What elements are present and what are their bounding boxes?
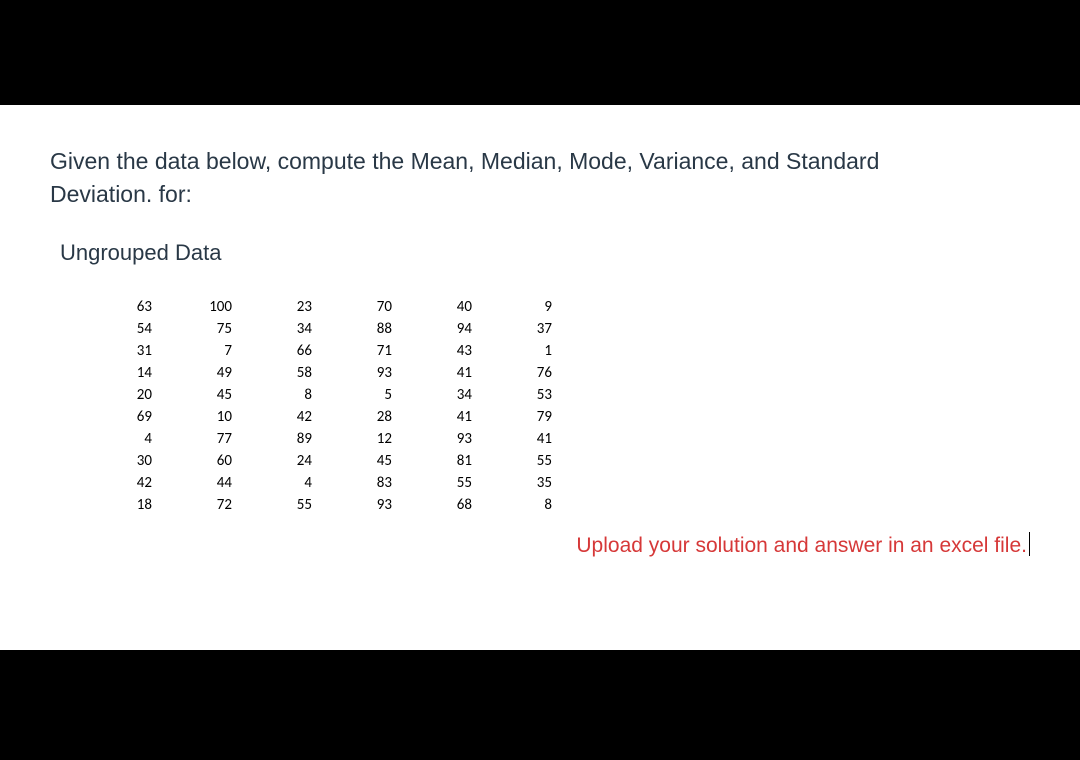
table-cell: 45 bbox=[160, 384, 240, 406]
table-cell: 5 bbox=[320, 384, 400, 406]
table-row: 31 7 66 71 43 1 bbox=[80, 340, 560, 362]
table-cell: 63 bbox=[80, 296, 160, 318]
table-row: 30 60 24 45 81 55 bbox=[80, 450, 560, 472]
table-cell: 71 bbox=[320, 340, 400, 362]
table-cell: 89 bbox=[240, 428, 320, 450]
table-cell: 37 bbox=[480, 318, 560, 340]
data-table-body: 63 100 23 70 40 9 54 75 34 88 94 37 31 7… bbox=[80, 296, 560, 516]
table-cell: 69 bbox=[80, 406, 160, 428]
table-cell: 10 bbox=[160, 406, 240, 428]
table-cell: 4 bbox=[80, 428, 160, 450]
table-cell: 93 bbox=[400, 428, 480, 450]
content-area: Given the data below, compute the Mean, … bbox=[0, 105, 1080, 650]
data-table: 63 100 23 70 40 9 54 75 34 88 94 37 31 7… bbox=[80, 296, 560, 516]
table-cell: 49 bbox=[160, 362, 240, 384]
bottom-black-bar bbox=[0, 650, 1080, 760]
table-cell: 9 bbox=[480, 296, 560, 318]
table-cell: 8 bbox=[480, 494, 560, 516]
table-row: 18 72 55 93 68 8 bbox=[80, 494, 560, 516]
table-cell: 8 bbox=[240, 384, 320, 406]
table-cell: 68 bbox=[400, 494, 480, 516]
table-cell: 53 bbox=[480, 384, 560, 406]
table-cell: 4 bbox=[240, 472, 320, 494]
table-row: 20 45 8 5 34 53 bbox=[80, 384, 560, 406]
table-cell: 77 bbox=[160, 428, 240, 450]
table-cell: 1 bbox=[480, 340, 560, 362]
table-cell: 79 bbox=[480, 406, 560, 428]
table-row: 69 10 42 28 41 79 bbox=[80, 406, 560, 428]
table-cell: 14 bbox=[80, 362, 160, 384]
table-cell: 12 bbox=[320, 428, 400, 450]
table-cell: 18 bbox=[80, 494, 160, 516]
table-cell: 76 bbox=[480, 362, 560, 384]
table-cell: 70 bbox=[320, 296, 400, 318]
table-cell: 24 bbox=[240, 450, 320, 472]
table-cell: 72 bbox=[160, 494, 240, 516]
top-black-bar bbox=[0, 0, 1080, 105]
table-cell: 100 bbox=[160, 296, 240, 318]
table-row: 42 44 4 83 55 35 bbox=[80, 472, 560, 494]
section-title: Ungrouped Data bbox=[60, 240, 1030, 266]
table-cell: 28 bbox=[320, 406, 400, 428]
table-cell: 58 bbox=[240, 362, 320, 384]
table-cell: 35 bbox=[480, 472, 560, 494]
table-cell: 7 bbox=[160, 340, 240, 362]
table-cell: 54 bbox=[80, 318, 160, 340]
table-cell: 94 bbox=[400, 318, 480, 340]
upload-note: Upload your solution and answer in an ex… bbox=[50, 534, 1030, 558]
table-cell: 83 bbox=[320, 472, 400, 494]
question-line-1: Given the data below, compute the Mean, … bbox=[50, 148, 879, 174]
table-row: 63 100 23 70 40 9 bbox=[80, 296, 560, 318]
table-cell: 45 bbox=[320, 450, 400, 472]
table-cell: 43 bbox=[400, 340, 480, 362]
table-cell: 41 bbox=[400, 362, 480, 384]
table-row: 54 75 34 88 94 37 bbox=[80, 318, 560, 340]
table-cell: 66 bbox=[240, 340, 320, 362]
table-cell: 34 bbox=[240, 318, 320, 340]
table-cell: 55 bbox=[400, 472, 480, 494]
table-cell: 93 bbox=[320, 494, 400, 516]
table-cell: 34 bbox=[400, 384, 480, 406]
table-cell: 41 bbox=[480, 428, 560, 450]
table-cell: 31 bbox=[80, 340, 160, 362]
question-text: Given the data below, compute the Mean, … bbox=[50, 145, 1030, 212]
table-cell: 55 bbox=[240, 494, 320, 516]
table-cell: 30 bbox=[80, 450, 160, 472]
table-cell: 88 bbox=[320, 318, 400, 340]
table-row: 4 77 89 12 93 41 bbox=[80, 428, 560, 450]
table-cell: 40 bbox=[400, 296, 480, 318]
table-cell: 75 bbox=[160, 318, 240, 340]
question-line-2: Deviation. for: bbox=[50, 181, 192, 207]
table-cell: 93 bbox=[320, 362, 400, 384]
table-cell: 42 bbox=[80, 472, 160, 494]
upload-note-text: Upload your solution and answer in an ex… bbox=[576, 534, 1027, 557]
text-cursor-icon bbox=[1029, 532, 1030, 556]
table-cell: 81 bbox=[400, 450, 480, 472]
table-cell: 55 bbox=[480, 450, 560, 472]
table-cell: 44 bbox=[160, 472, 240, 494]
table-cell: 23 bbox=[240, 296, 320, 318]
table-cell: 60 bbox=[160, 450, 240, 472]
table-cell: 42 bbox=[240, 406, 320, 428]
table-row: 14 49 58 93 41 76 bbox=[80, 362, 560, 384]
table-cell: 20 bbox=[80, 384, 160, 406]
table-cell: 41 bbox=[400, 406, 480, 428]
